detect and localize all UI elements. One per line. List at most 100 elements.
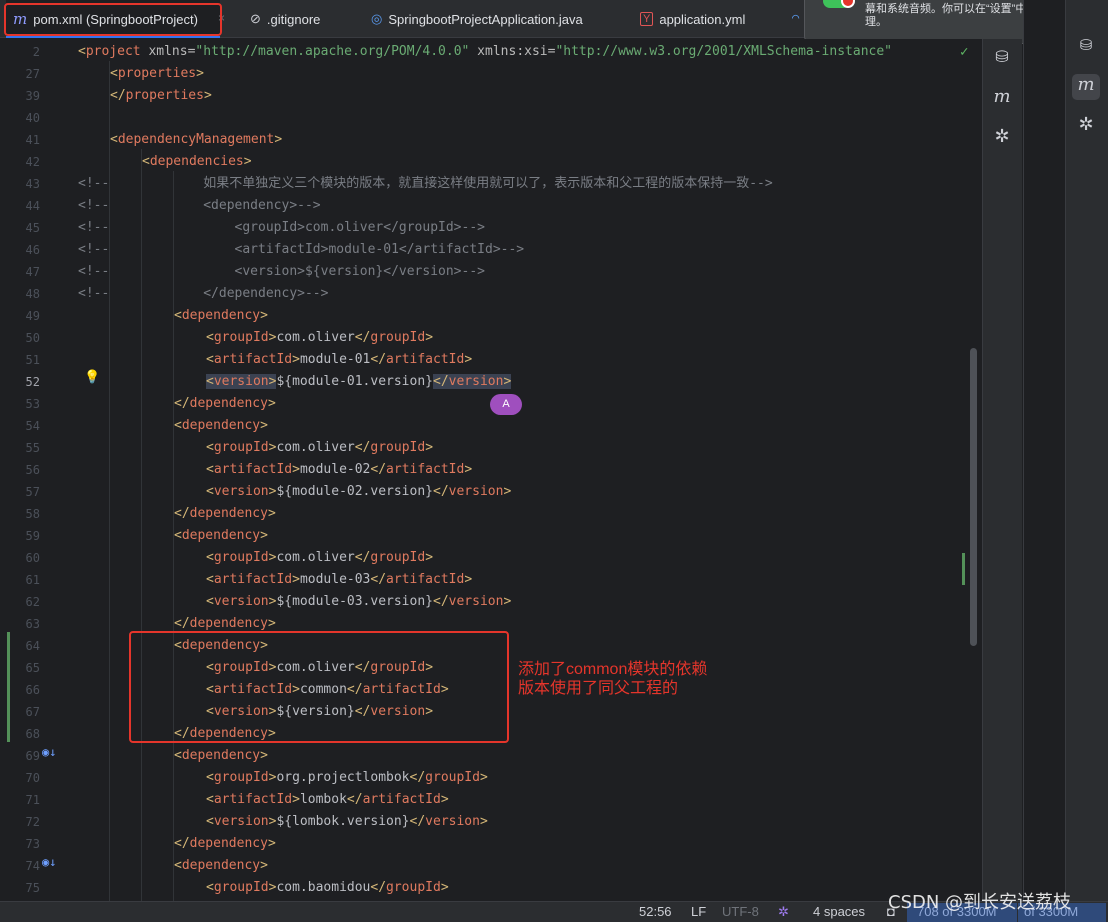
xml-tag: <dependency> xyxy=(174,418,268,433)
indent-setting[interactable]: 4 spaces xyxy=(813,904,865,919)
xml-tag: </version> xyxy=(433,374,512,389)
line-number: 55 xyxy=(25,441,40,455)
line-number: 53 xyxy=(25,397,40,411)
xml-tag: </artifactId> xyxy=(346,792,449,807)
code-line: <version>${module-02.version}</version> xyxy=(206,484,512,499)
line-number: 59 xyxy=(25,529,40,543)
code-line: <!-- <dependency>--> xyxy=(78,198,321,213)
implemented-icon[interactable]: ◉↓ xyxy=(42,855,60,873)
record-icon xyxy=(841,0,855,8)
line-number: 61 xyxy=(25,573,40,587)
code-line: <dependencyManagement> xyxy=(110,129,282,151)
xml-tag: </version> xyxy=(433,594,512,609)
line-separator[interactable]: LF xyxy=(691,904,706,919)
code-line: <groupId>org.projectlombok</groupId> xyxy=(206,770,488,785)
xml-tag: <dependency> xyxy=(174,308,268,323)
code-line: <project xmlns="http://maven.apache.org/… xyxy=(78,44,892,59)
line-number: 2 xyxy=(32,45,40,59)
line-number: 58 xyxy=(25,507,40,521)
database-icon[interactable]: ⛁ xyxy=(1072,36,1100,62)
tab-label: application.yml xyxy=(659,11,746,27)
line-number: 60 xyxy=(25,551,40,565)
overflow-tab-icon[interactable]: ⌒ xyxy=(792,10,799,24)
line-number: 45 xyxy=(25,221,40,235)
highlight-tab-box xyxy=(4,3,222,36)
code-line: <dependency> xyxy=(174,305,268,327)
lightbulb-icon[interactable]: 💡 xyxy=(84,370,100,386)
tab-gitignore[interactable]: ⊘ .gitignore xyxy=(250,0,320,38)
xml-tag: </artifactId> xyxy=(370,352,473,367)
right-tool-strip xyxy=(982,39,1022,901)
xml-tag: </artifactId> xyxy=(370,572,473,587)
xml-tag: <dependency> xyxy=(174,528,268,543)
line-number: 41 xyxy=(25,133,40,147)
code-line: </properties> xyxy=(110,85,212,107)
tab-application-yml[interactable]: Y application.yml xyxy=(640,0,745,38)
xml-tag: </version> xyxy=(433,484,512,499)
line-number: 62 xyxy=(25,595,40,609)
code-line: <!-- <version>${version}</version>--> xyxy=(78,264,485,279)
line-number: 71 xyxy=(25,793,40,807)
line-number: 70 xyxy=(25,771,40,785)
line-number: 52 xyxy=(25,375,40,389)
xml-tag: <dependencyManagement> xyxy=(110,132,283,147)
code-line: <groupId>com.baomidou</groupId> xyxy=(206,880,449,895)
ai-status-icon[interactable]: ✲ xyxy=(778,904,789,920)
xml-tag: <groupId> xyxy=(206,330,277,345)
xml-tag: <dependency> xyxy=(174,748,268,763)
xml-tag: <properties> xyxy=(110,66,204,81)
code-line: <dependency> xyxy=(174,855,268,877)
xml-tag: </version> xyxy=(409,814,488,829)
code-line: <artifactId>lombok</artifactId> xyxy=(206,792,449,807)
right-panel xyxy=(1023,0,1065,901)
file-encoding[interactable]: UTF-8 xyxy=(722,904,759,919)
code-line: <artifactId>module-03</artifactId> xyxy=(206,572,473,587)
line-number: 73 xyxy=(25,837,40,851)
scrollbar-thumb[interactable] xyxy=(970,348,977,646)
tab-springboot-application[interactable]: ◎ SpringbootProjectApplication.java xyxy=(371,0,583,38)
line-number: 40 xyxy=(25,111,40,125)
xml-tag: <version> xyxy=(206,814,277,829)
code-line: <version>${lombok.version}</version> xyxy=(206,814,488,829)
line-number: 46 xyxy=(25,243,40,257)
xml-tag: </properties> xyxy=(110,88,212,103)
line-number: 43 xyxy=(25,177,40,191)
maven-icon[interactable]: m xyxy=(991,86,1013,108)
line-number: 68 xyxy=(25,727,40,741)
xml-tag: </groupId> xyxy=(354,550,434,565)
line-number: 49 xyxy=(25,309,40,323)
xml-tag: </groupId> xyxy=(354,440,434,455)
maven-icon[interactable]: m xyxy=(1072,74,1100,100)
code-line: <!-- <artifactId>module-01</artifactId>-… xyxy=(78,242,525,257)
ignore-file-icon: ⊘ xyxy=(250,11,261,26)
code-line: <dependencies> xyxy=(142,151,252,173)
scrollbar-change-marker xyxy=(962,553,965,585)
ai-assistant-icon[interactable]: ✲ xyxy=(991,126,1013,148)
ai-assistant-icon[interactable]: ✲ xyxy=(1072,114,1100,140)
line-number: 72 xyxy=(25,815,40,829)
xml-tag: </artifactId> xyxy=(370,462,473,477)
xml-tag: <artifactId> xyxy=(206,462,300,477)
code-editor[interactable]: <project xmlns="http://maven.apache.org/… xyxy=(74,39,982,901)
code-line: </dependency> xyxy=(174,833,276,855)
line-number: 57 xyxy=(25,485,40,499)
line-number: 42 xyxy=(25,155,40,169)
xml-tag: <artifactId> xyxy=(206,572,300,587)
xml-tag: </dependency> xyxy=(174,506,276,521)
code-line: <!-- </dependency>--> xyxy=(78,286,329,301)
line-number: 75 xyxy=(25,881,40,895)
caret-position[interactable]: 52:56 xyxy=(639,904,672,919)
implemented-icon[interactable]: ◉↓ xyxy=(42,745,60,763)
annotation-text: 添加了common模块的依赖 版本使用了同父工程的 xyxy=(518,661,708,697)
line-number: 74 xyxy=(25,859,40,873)
code-line: </dependency> xyxy=(174,393,276,415)
tab-label: .gitignore xyxy=(266,11,321,27)
line-number: 27 xyxy=(25,67,40,81)
code-line: <groupId>com.oliver</groupId> xyxy=(206,550,434,565)
database-icon[interactable]: ⛁ xyxy=(991,47,1013,69)
xml-tag: <groupId> xyxy=(206,550,277,565)
line-number: 47 xyxy=(25,265,40,279)
xml-tag: <groupId> xyxy=(206,880,277,895)
xml-tag: <version> xyxy=(206,484,277,499)
xml-tag: </dependency> xyxy=(174,616,276,631)
